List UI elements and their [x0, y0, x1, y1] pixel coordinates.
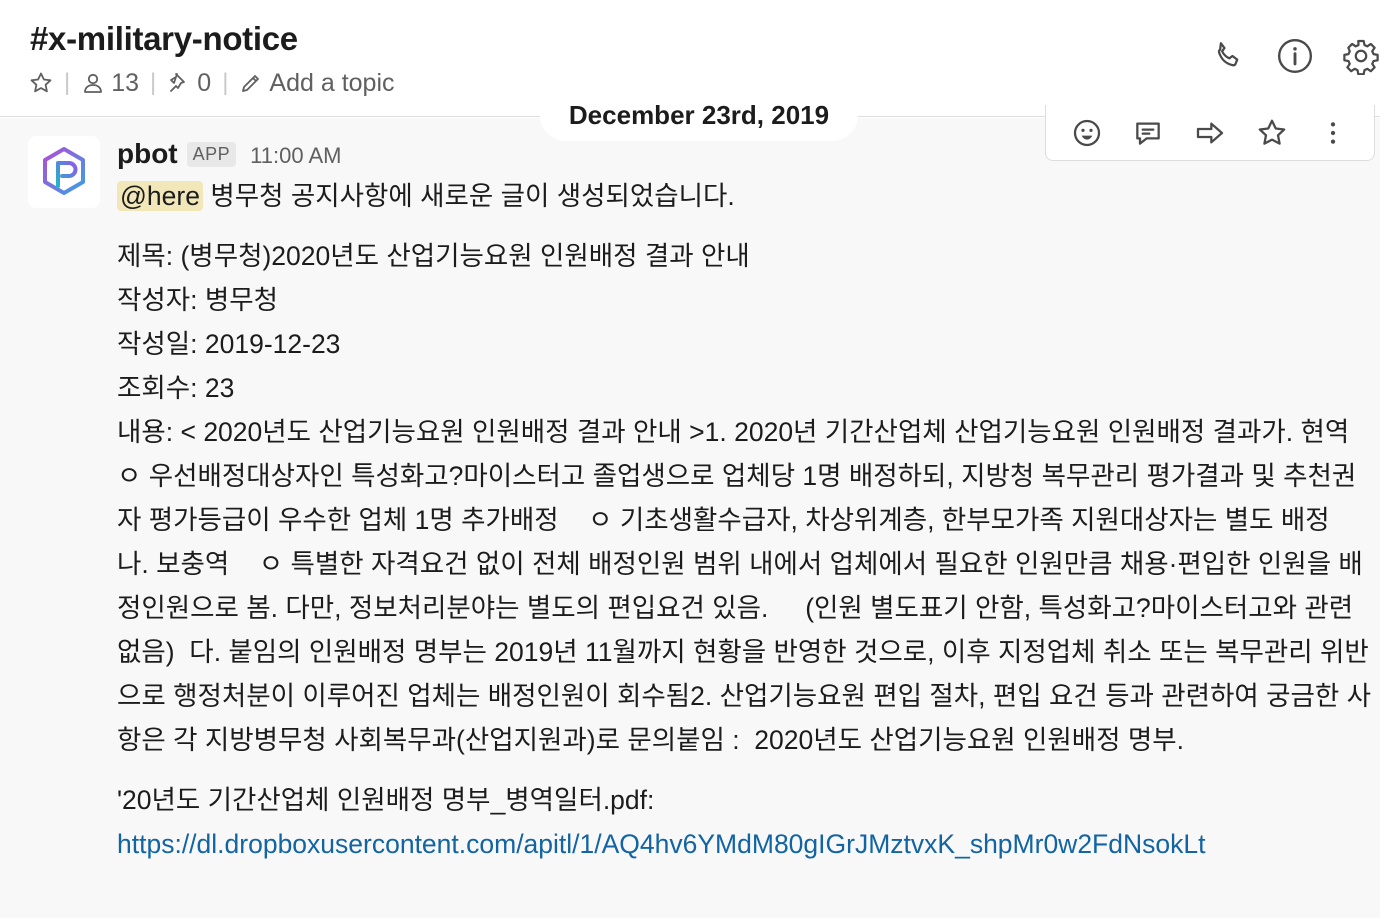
attachment-link[interactable]: https://dl.dropboxusercontent.com/apitl/…: [117, 829, 1205, 859]
author-field: 작성자: 병무청: [117, 285, 279, 315]
more-actions-button[interactable]: [1311, 111, 1355, 155]
channel-title[interactable]: #x-military-notice: [30, 20, 298, 58]
call-button[interactable]: [1210, 36, 1248, 76]
gear-icon: [1343, 39, 1379, 75]
channel-meta: | 13 | 0 | Add a topic: [29, 66, 395, 100]
pencil-icon: [242, 75, 260, 92]
divider: |: [64, 69, 71, 96]
date-field: 작성일: 2019-12-23: [117, 329, 341, 359]
divider: |: [150, 69, 157, 96]
info-icon: [1277, 38, 1313, 74]
intro-text: 병무청 공지사항에 새로운 글이 생성되었습니다.: [202, 181, 735, 211]
header-actions: [1210, 36, 1380, 76]
content-field: 내용: < 2020년도 산업기능요원 인원배정 결과 안내 >1. 2020년…: [117, 417, 1379, 755]
star-channel-button[interactable]: [29, 71, 53, 95]
divider: |: [222, 69, 229, 96]
details-button[interactable]: [1276, 36, 1314, 76]
person-icon: [84, 73, 103, 93]
add-reaction-button[interactable]: [1065, 111, 1109, 155]
share-message-button[interactable]: [1188, 111, 1232, 155]
message-header: pbot APP 11:00 AM: [117, 134, 342, 174]
member-count-button[interactable]: 13: [81, 69, 139, 98]
intro-line: @here 병무청 공지사항에 새로운 글이 생성되었습니다.: [117, 174, 1373, 218]
here-mention[interactable]: @here: [117, 181, 203, 211]
views-field: 조회수: 23: [117, 373, 235, 403]
save-star-icon: [1258, 119, 1285, 145]
settings-button[interactable]: [1342, 36, 1380, 76]
more-actions-icon: [1331, 121, 1336, 144]
bot-logo-icon: [43, 147, 85, 195]
reply-thread-button[interactable]: [1126, 111, 1170, 155]
member-count: 13: [111, 68, 140, 97]
star-icon: [30, 72, 52, 93]
attachment-label: '20년도 기간산업체 인원배정 명부_병역일터.pdf:: [117, 785, 655, 815]
save-message-button[interactable]: [1250, 111, 1294, 155]
date-divider[interactable]: December 23rd, 2019: [540, 90, 858, 141]
pinned-count-button[interactable]: 0: [167, 69, 211, 98]
message-body: @here 병무청 공지사항에 새로운 글이 생성되었습니다. 제목: (병무청…: [117, 174, 1373, 866]
reply-thread-icon: [1136, 122, 1161, 145]
phone-icon: [1217, 42, 1239, 67]
message-actions-toolbar: [1045, 105, 1375, 161]
sender-name[interactable]: pbot: [117, 138, 178, 170]
add-topic-label: Add a topic: [269, 68, 395, 97]
pin-icon: [170, 73, 186, 92]
title-field: 제목: (병무청)2020년도 산업기능요원 인원배정 결과 안내: [117, 241, 750, 271]
add-topic-button[interactable]: Add a topic: [239, 68, 395, 98]
app-badge: APP: [186, 141, 237, 167]
add-reaction-icon: [1073, 119, 1100, 146]
avatar[interactable]: [28, 136, 100, 208]
message-timestamp[interactable]: 11:00 AM: [250, 143, 341, 169]
pinned-count: 0: [197, 68, 212, 97]
share-message-icon: [1196, 122, 1224, 143]
